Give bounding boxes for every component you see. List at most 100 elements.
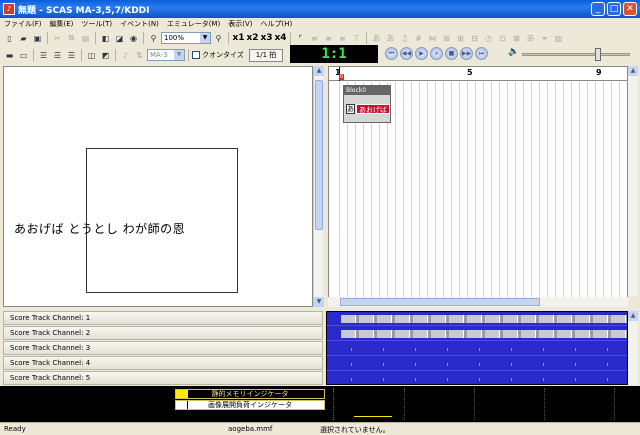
close-button[interactable]: ✕ (623, 2, 637, 16)
scroll-thumb[interactable] (315, 80, 323, 230)
timeline-gridline (539, 82, 540, 306)
grid-icon[interactable]: ⊠ (510, 32, 523, 45)
forward-end-icon[interactable]: ⏭ (475, 47, 488, 60)
event-timeline[interactable]: 1 5 9 0 Block0 あ あおげば (328, 66, 628, 307)
speed-x2-button[interactable]: x2 (246, 33, 259, 43)
minimize-button[interactable]: _ (591, 2, 605, 16)
stop-icon[interactable]: ■ (445, 47, 458, 60)
layer-icon[interactable]: ◫ (85, 49, 98, 62)
zoom-select[interactable]: 100% ▼ (161, 32, 211, 44)
align-right-icon[interactable]: ≡ (336, 32, 349, 45)
menu-file[interactable]: ファイル(F) (0, 19, 46, 29)
lane-tick (479, 348, 480, 351)
view-icon[interactable]: ▭ (17, 49, 30, 62)
maximize-button[interactable]: □ (607, 2, 621, 16)
open-folder-icon[interactable]: ▰ (17, 32, 30, 45)
lane-tick (383, 363, 384, 366)
track-row[interactable]: Score Track Channel: 2 (3, 326, 323, 340)
preview-scrollbar[interactable]: ▲ ▼ (313, 66, 324, 307)
list-icon[interactable]: ☰ (51, 49, 64, 62)
palette-icon[interactable]: ◩ (99, 49, 112, 62)
timer-icon[interactable]: ◷ (482, 32, 495, 45)
frame-icon[interactable]: ⌜ (294, 32, 307, 45)
event-icon[interactable]: あ (370, 32, 383, 45)
zoom-fit-icon[interactable]: ⚲ (212, 32, 225, 45)
menu-event[interactable]: イベント(N) (116, 19, 163, 29)
grid-icon[interactable]: ⊡ (496, 32, 509, 45)
lyric-event[interactable]: あ あおげば (346, 104, 390, 114)
note-icon[interactable]: ♫ (398, 32, 411, 45)
pause-icon[interactable]: ⏸ (430, 47, 443, 60)
position-marker[interactable]: 0 (339, 74, 344, 80)
event-icon[interactable]: あ (524, 32, 537, 45)
menu-view[interactable]: 表示(V) (224, 19, 256, 29)
track-lane[interactable] (327, 312, 627, 326)
grid-icon[interactable]: ⊟ (468, 32, 481, 45)
timeline-hscrollbar[interactable] (328, 297, 628, 307)
scroll-up-icon[interactable]: ▲ (628, 311, 638, 321)
track-lane[interactable] (327, 357, 627, 371)
align-top-icon[interactable]: ⊤ (350, 32, 363, 45)
track-scrollbar[interactable]: ▲ (628, 311, 638, 385)
timeline-vscrollbar[interactable]: ▲ (628, 66, 638, 296)
speed-x4-button[interactable]: x4 (274, 33, 287, 43)
track-lane[interactable] (327, 327, 627, 341)
timeline-gridline (579, 82, 580, 306)
speed-x3-button[interactable]: x3 (260, 33, 273, 43)
sharp-icon[interactable]: # (412, 32, 425, 45)
app-icon[interactable]: ♪ (3, 3, 15, 15)
color-icon[interactable]: ◉ (127, 32, 140, 45)
link-icon[interactable]: ⚭ (538, 32, 551, 45)
note-icon[interactable]: ♪ (119, 49, 132, 62)
model-select[interactable]: MA-3 ▼ (147, 49, 185, 61)
tool-icon[interactable]: ◧ (99, 32, 112, 45)
scroll-up-icon[interactable]: ▲ (628, 66, 638, 76)
bar-ruler[interactable]: 1 5 9 0 (329, 67, 627, 81)
track-lane[interactable] (327, 372, 627, 384)
cut-icon[interactable]: ✂ (51, 32, 64, 45)
view-icon[interactable]: ▬ (3, 49, 16, 62)
menu-help[interactable]: ヘルプ(H) (256, 19, 296, 29)
list-icon[interactable]: ☰ (65, 49, 78, 62)
track-row[interactable]: Score Track Channel: 5 (3, 371, 323, 385)
track-lane[interactable] (327, 342, 627, 356)
menu-tools[interactable]: ツール(T) (77, 19, 116, 29)
preview-canvas[interactable]: あおげば とうとし わが師の恩 (3, 66, 313, 307)
ratio-button[interactable]: 1/1 拍 (248, 48, 284, 62)
track-row[interactable]: Score Track Channel: 3 (3, 341, 323, 355)
quantize-checkbox[interactable]: クオンタイズ (192, 50, 244, 60)
filter-icon[interactable]: ⋈ (426, 32, 439, 45)
copy-icon[interactable]: ⧉ (65, 32, 78, 45)
timeline-gridline (507, 82, 508, 306)
volume-slider-thumb[interactable] (595, 48, 601, 61)
save-icon[interactable]: ▣ (31, 32, 44, 45)
event-icon[interactable]: あ (384, 32, 397, 45)
fast-forward-icon[interactable]: ▶▶ (460, 47, 473, 60)
zoom-icon[interactable]: ⚲ (147, 32, 160, 45)
grid-icon[interactable]: ⊞ (440, 32, 453, 45)
track-row[interactable]: Score Track Channel: 4 (3, 356, 323, 370)
trash-icon[interactable]: ▥ (552, 32, 565, 45)
menu-edit[interactable]: 編集(E) (46, 19, 78, 29)
rewind-icon[interactable]: ◀◀ (400, 47, 413, 60)
timeline-gridline (435, 82, 436, 306)
timeline-block[interactable]: Block0 あ あおげば (343, 85, 391, 123)
align-center-icon[interactable]: ≡ (322, 32, 335, 45)
scroll-up-icon[interactable]: ▲ (314, 66, 324, 76)
menu-emulator[interactable]: エミュレータ(M) (163, 19, 224, 29)
grid-icon[interactable]: ⊞ (454, 32, 467, 45)
track-row[interactable]: Score Track Channel: 1 (3, 311, 323, 325)
scroll-thumb[interactable] (340, 298, 540, 306)
rewind-start-icon[interactable]: ⏮ (385, 47, 398, 60)
scroll-down-icon[interactable]: ▼ (314, 297, 324, 307)
paste-icon[interactable]: ▤ (79, 32, 92, 45)
align-left-icon[interactable]: ≡ (308, 32, 321, 45)
transpose-icon[interactable]: ⇅ (133, 49, 146, 62)
play-icon[interactable]: ▶ (415, 47, 428, 60)
list-icon[interactable]: ☰ (37, 49, 50, 62)
volume-slider[interactable] (522, 48, 630, 61)
new-file-icon[interactable]: ▯ (3, 32, 16, 45)
track-sequence-area[interactable] (326, 311, 628, 385)
image-icon[interactable]: ◪ (113, 32, 126, 45)
speed-x1-button[interactable]: x1 (232, 33, 245, 43)
